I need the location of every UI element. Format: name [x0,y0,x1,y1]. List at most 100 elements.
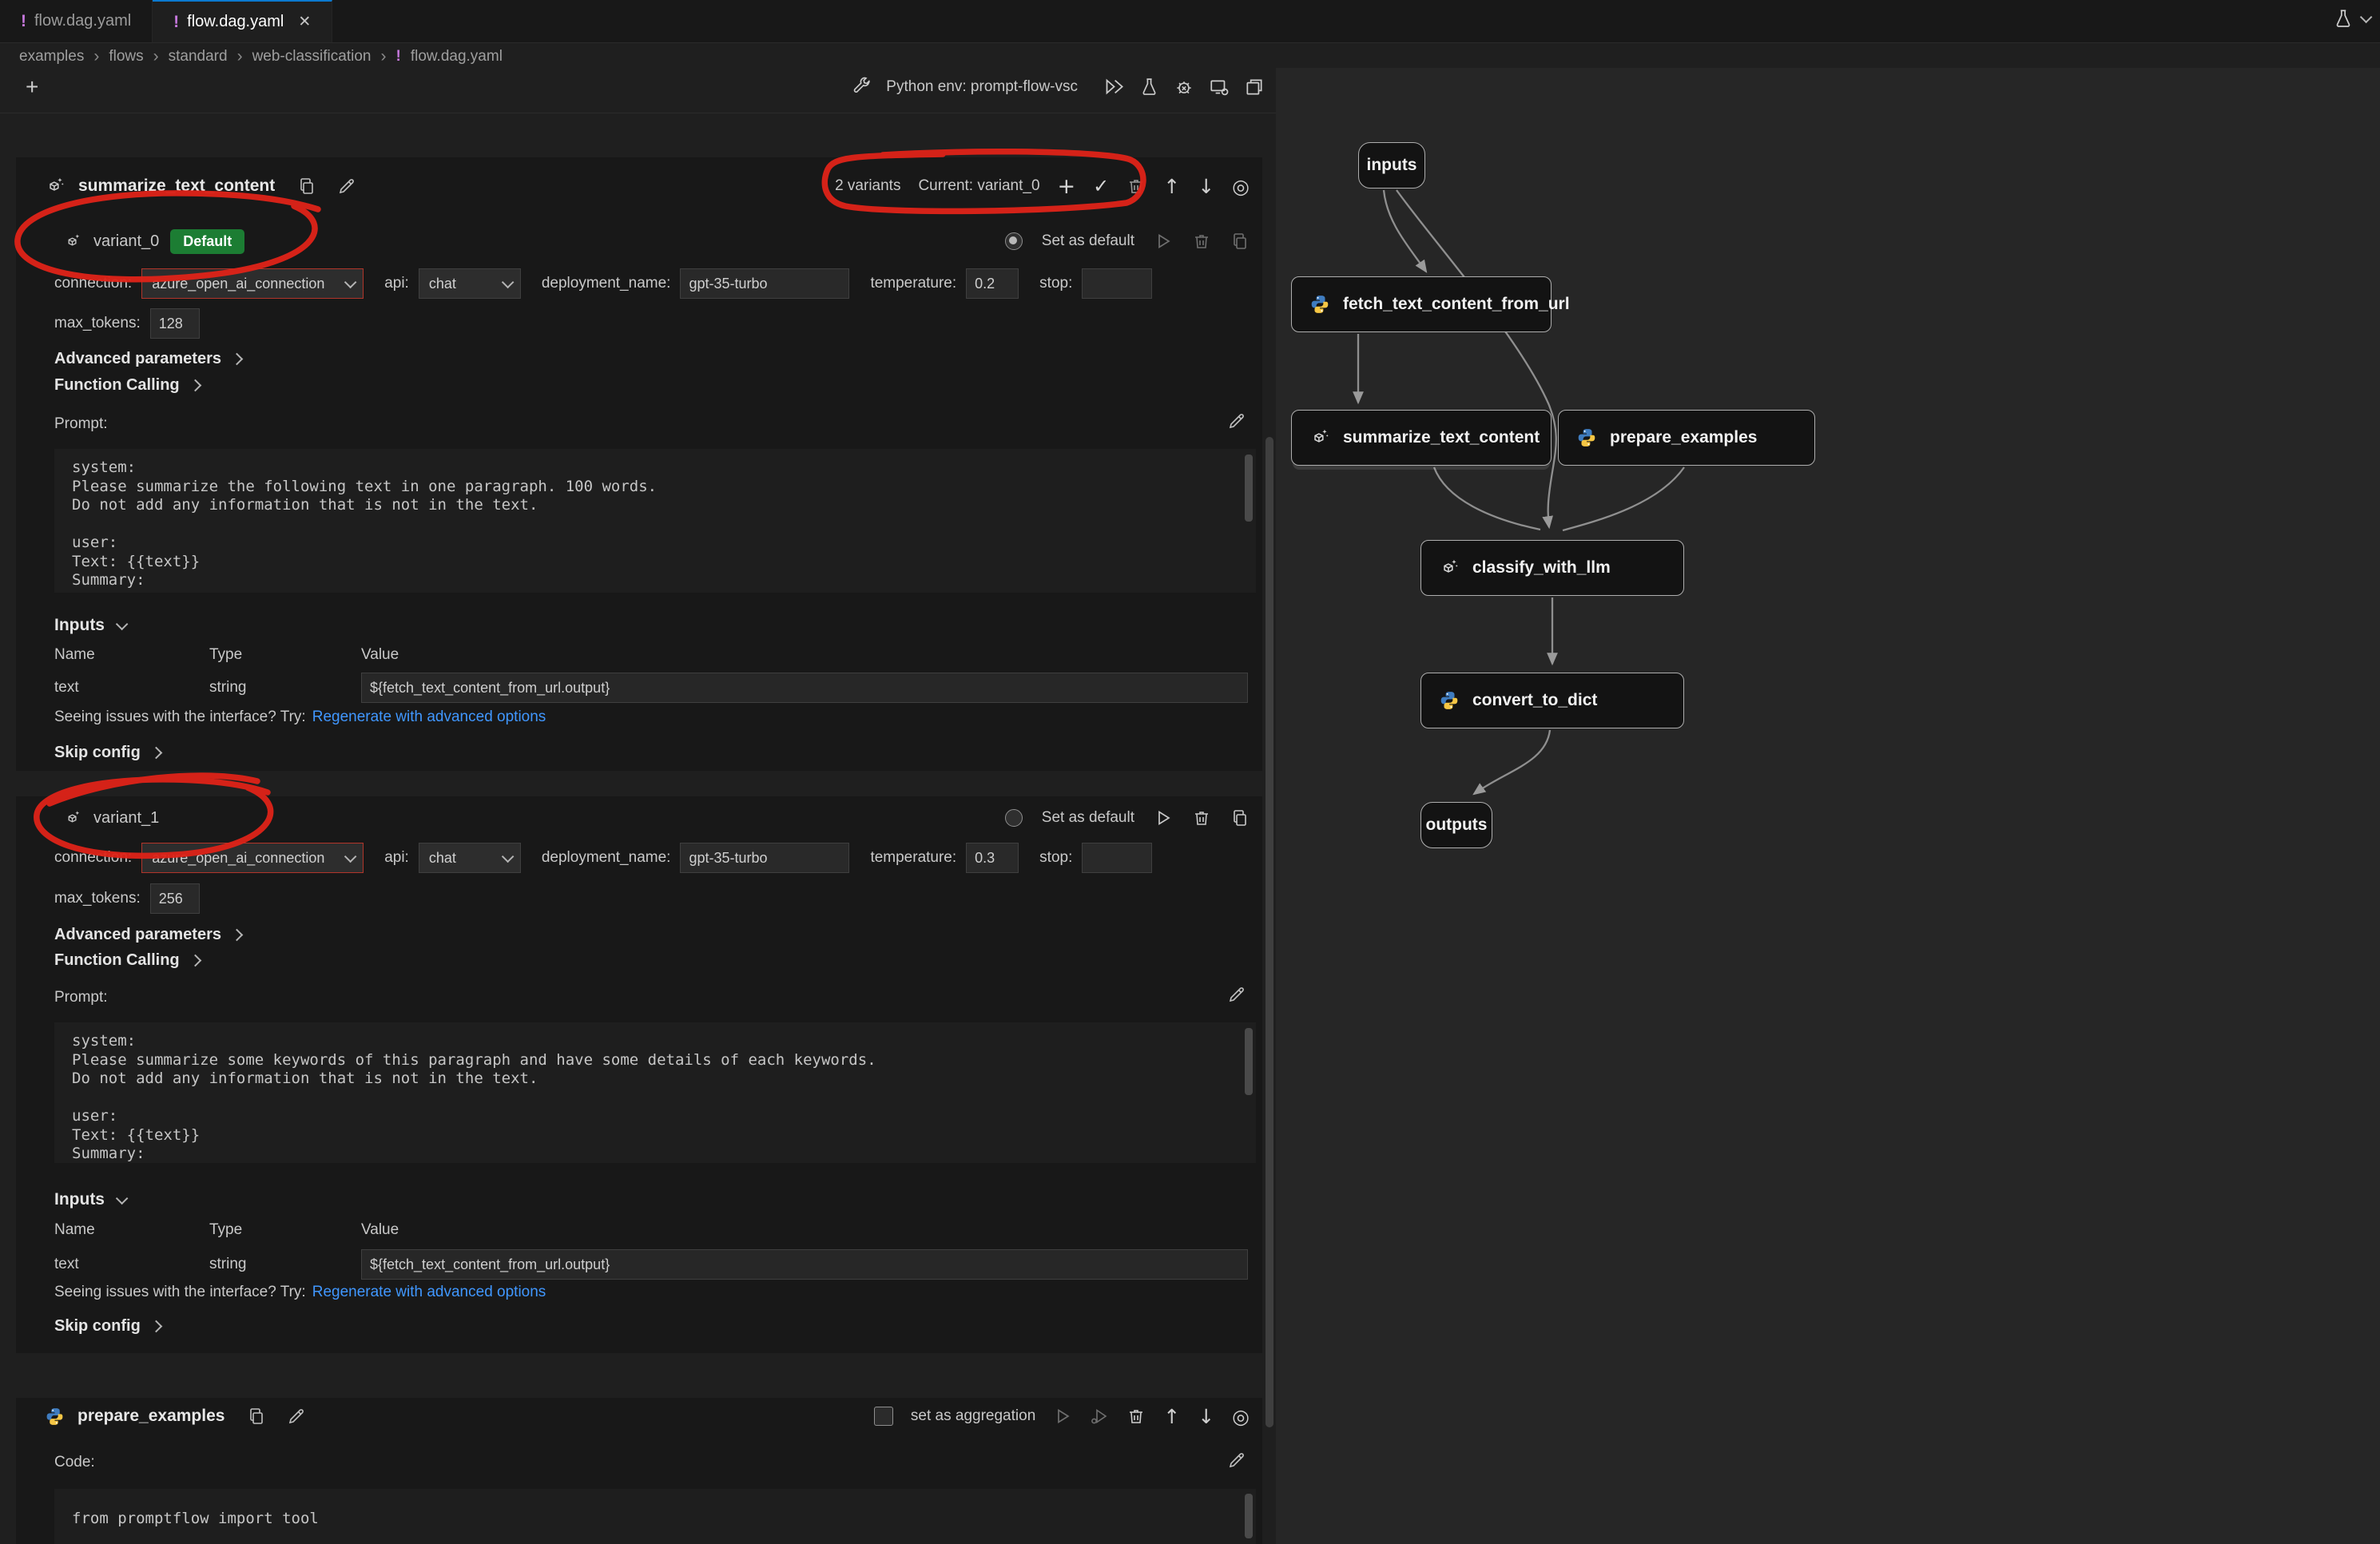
graph-node-prepare-examples[interactable]: prepare_examples [1558,410,1815,466]
prompt-scrollbar[interactable] [1245,454,1253,522]
skip-config-toggle[interactable]: Skip config [54,744,141,762]
split-editor-icon[interactable] [1244,77,1265,97]
breadcrumb-item-file[interactable]: flow.dag.yaml [411,48,503,65]
run-variant-icon[interactable] [1154,808,1173,828]
graph-node-convert-to-dict[interactable]: convert_to_dict [1420,673,1684,728]
tab-flow-dag-yaml-active[interactable]: ! flow.dag.yaml ✕ [153,0,332,42]
inputs-section-toggle[interactable]: Inputs [54,616,105,635]
max-tokens-label: max_tokens: [54,890,141,907]
breadcrumb-separator: › [380,47,386,66]
regenerate-link[interactable]: Regenerate with advanced options [312,1284,546,1301]
api-dropdown[interactable]: chat [419,843,521,873]
clone-variant-icon[interactable] [1230,232,1250,251]
beaker-icon[interactable] [1139,77,1159,97]
max-tokens-input[interactable] [150,883,200,914]
temperature-input[interactable] [966,843,1019,873]
graph-node-inputs[interactable]: inputs [1358,142,1425,189]
input-value-field[interactable] [361,1249,1248,1280]
deployment-name-input[interactable] [680,268,849,299]
breadcrumb-item[interactable]: web-classification [252,48,372,65]
edit-pencil-icon[interactable] [337,177,356,196]
delete-node-icon[interactable] [1126,177,1146,196]
target-icon[interactable]: ◎ [1232,1405,1250,1428]
delete-variant-icon[interactable] [1192,232,1211,251]
current-variant-label: Current: variant_0 [918,177,1039,195]
skip-config-toggle[interactable]: Skip config [54,1317,141,1336]
temperature-input[interactable] [966,268,1019,299]
edit-pencil-icon[interactable] [287,1407,306,1426]
graph-node-summarize-text-content[interactable]: summarize_text_content [1291,410,1552,466]
bug-icon[interactable] [1174,77,1194,97]
delete-node-icon[interactable] [1126,1407,1146,1426]
max-tokens-input[interactable] [150,308,200,339]
graph-node-classify-with-llm[interactable]: classify_with_llm [1420,540,1684,596]
tab-flow-dag-yaml-inactive[interactable]: ! flow.dag.yaml [0,0,153,42]
chevron-down-icon[interactable] [2360,10,2373,23]
prompt-label: Prompt: [54,415,108,433]
deployment-name-input[interactable] [680,843,849,873]
breadcrumb: examples › flows › standard › web-classi… [0,43,2380,69]
wrench-icon [852,77,872,97]
connection-dropdown[interactable]: azure_open_ai_connection [141,843,364,873]
regenerate-link[interactable]: Regenerate with advanced options [312,708,546,726]
copy-icon[interactable] [247,1407,266,1426]
python-env-label[interactable]: Python env: prompt-flow-vsc [886,78,1078,96]
vertical-scrollbar[interactable] [1265,437,1273,1427]
input-name: text [54,1256,209,1273]
prompt-scrollbar[interactable] [1245,1028,1253,1095]
default-badge: Default [170,229,244,254]
prompt-label: Prompt: [54,989,108,1006]
add-node-button[interactable]: + [26,74,38,100]
graph-node-label: prepare_examples [1610,428,1757,447]
aggregation-checkbox[interactable] [874,1407,893,1426]
run-variant-icon[interactable] [1154,232,1173,251]
api-dropdown[interactable]: chat [419,268,521,299]
delete-variant-icon[interactable] [1192,808,1211,828]
move-down-icon[interactable]: ↓ [1198,175,1214,198]
graph-node-outputs[interactable]: outputs [1420,802,1492,848]
connection-dropdown[interactable]: azure_open_ai_connection [141,268,364,299]
inputs-section-toggle[interactable]: Inputs [54,1190,105,1209]
beaker-icon[interactable] [2333,8,2354,29]
advanced-parameters-toggle[interactable]: Advanced parameters [54,350,221,368]
move-up-icon[interactable]: ↑ [1163,1405,1180,1428]
move-up-icon[interactable]: ↑ [1163,175,1180,198]
prompt-editor[interactable]: system: Please summarize some keywords o… [54,1022,1256,1163]
run-node-icon[interactable] [1053,1407,1072,1426]
breadcrumb-item[interactable]: examples [19,48,84,65]
connection-label: connection: [54,275,132,292]
column-header-name: Name [54,1221,95,1239]
close-icon[interactable]: ✕ [298,13,311,31]
llm-cube-icon [1439,558,1460,578]
set-default-radio[interactable] [1005,232,1023,250]
edit-code-icon[interactable] [1227,1451,1246,1470]
breadcrumb-item[interactable]: flows [109,48,143,65]
stop-input[interactable] [1082,843,1152,873]
target-icon[interactable]: ◎ [1232,175,1250,198]
copy-icon[interactable] [297,177,316,196]
breadcrumb-item[interactable]: standard [169,48,228,65]
code-scrollbar[interactable] [1245,1494,1253,1538]
set-default-radio[interactable] [1005,809,1023,827]
add-variant-icon[interactable]: + [1058,174,1076,199]
prompt-editor[interactable]: system: Please summarize the following t… [54,449,1256,593]
interface-tip-text: Seeing issues with the interface? Try: [54,708,306,726]
run-all-icon[interactable] [1103,76,1125,97]
stop-input[interactable] [1082,268,1152,299]
code-editor[interactable]: from promptflow import tool [54,1489,1256,1544]
advanced-parameters-toggle[interactable]: Advanced parameters [54,926,221,944]
move-down-icon[interactable]: ↓ [1198,1405,1214,1428]
check-icon[interactable]: ✓ [1093,175,1109,197]
edit-prompt-icon[interactable] [1227,411,1246,431]
debug-run-icon[interactable] [1090,1407,1109,1426]
input-value-field[interactable] [361,673,1248,703]
graph-node-fetch-text-content-from-url[interactable]: fetch_text_content_from_url [1291,276,1552,332]
graph-node-label: convert_to_dict [1472,691,1597,710]
open-in-editor-icon[interactable] [1209,77,1230,97]
function-calling-toggle[interactable]: Function Calling [54,376,180,395]
function-calling-toggle[interactable]: Function Calling [54,951,180,970]
llm-cube-icon [1309,427,1330,448]
clone-variant-icon[interactable] [1230,808,1250,828]
input-name: text [54,679,209,697]
edit-prompt-icon[interactable] [1227,985,1246,1004]
